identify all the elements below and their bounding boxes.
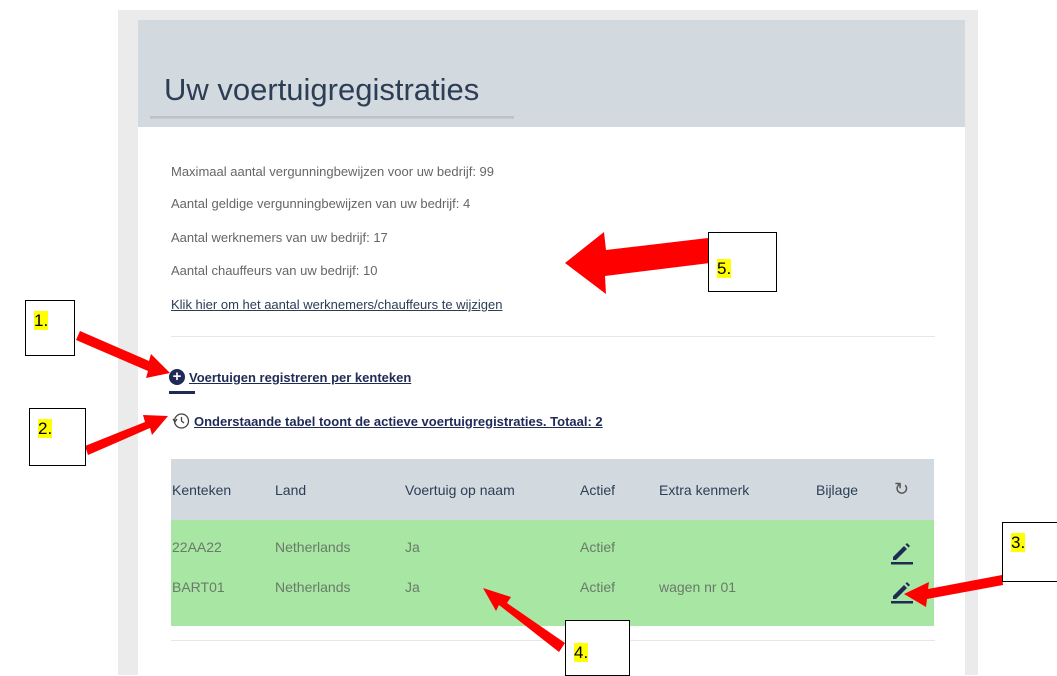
annotation-label-1: 1. xyxy=(25,300,75,356)
annotation-label-5: 5. xyxy=(708,232,777,292)
arrow-3 xyxy=(904,575,1003,607)
arrow-5 xyxy=(565,232,710,294)
annotation-label-2: 2. xyxy=(29,408,86,466)
annotation-arrows xyxy=(76,232,1003,652)
arrow-4 xyxy=(483,588,565,652)
annotation-label-3: 3. xyxy=(1002,522,1057,582)
arrow-1 xyxy=(76,331,170,378)
arrow-2 xyxy=(85,415,168,455)
annotation-label-4: 4. xyxy=(565,620,630,676)
